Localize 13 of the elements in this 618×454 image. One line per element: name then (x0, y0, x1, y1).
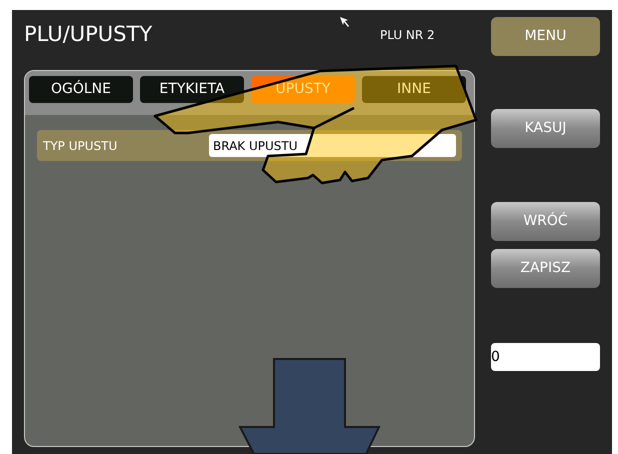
side-button[interactable]: WRÓĆ (491, 202, 600, 241)
tab[interactable]: ETYKIETA (140, 76, 244, 103)
cursor-icon (340, 17, 350, 27)
plu-number: PLU NR 2 (380, 27, 435, 44)
field-label: TYP UPUSTU (43, 138, 118, 154)
side-button[interactable]: KASUJ (491, 109, 600, 148)
menu-button[interactable]: MENU (491, 17, 600, 56)
screen-title: PLU/UPUSTY (24, 21, 152, 48)
tab[interactable]: OGÓLNE (29, 76, 133, 103)
number-input[interactable]: 0 (491, 343, 600, 371)
tab[interactable]: INNE (362, 76, 466, 103)
discount-type-field[interactable]: BRAK UPUSTU (209, 134, 456, 157)
side-button[interactable]: ZAPISZ (491, 249, 600, 288)
